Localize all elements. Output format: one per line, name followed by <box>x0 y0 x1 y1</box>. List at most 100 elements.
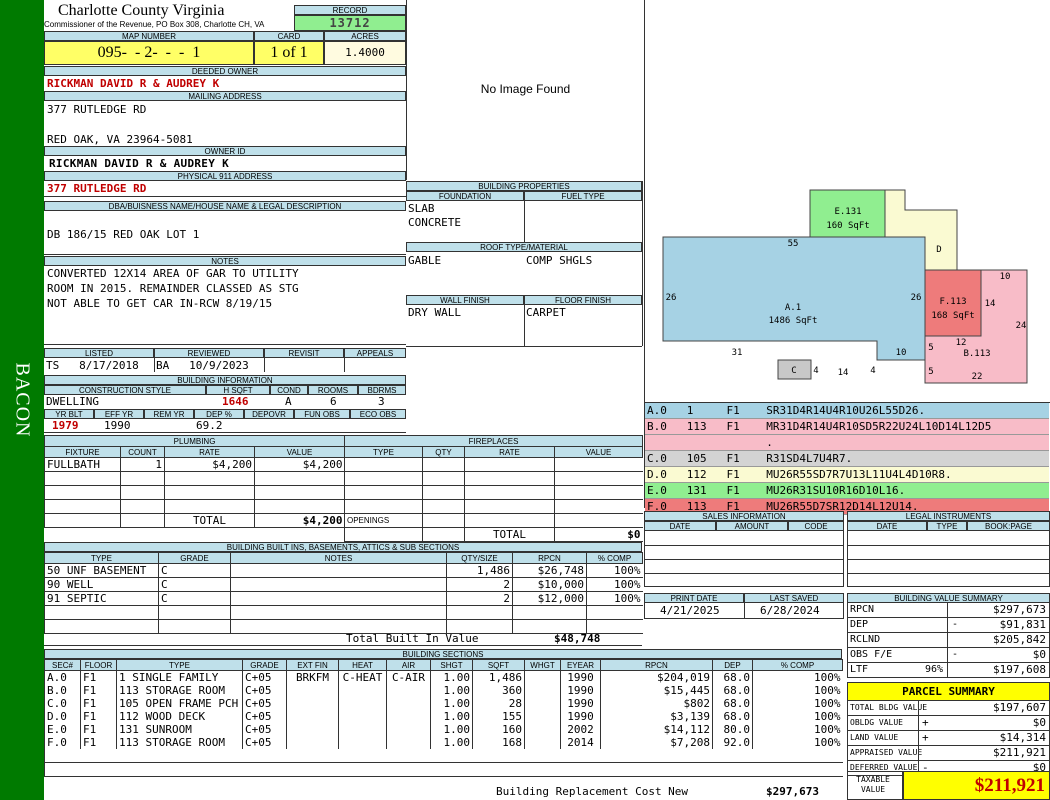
column-header: GRADE <box>242 659 287 671</box>
sketch-dimension: 4 <box>813 366 818 376</box>
parcel-row: TOTAL BLDG VALUE $197,607 <box>847 701 1050 716</box>
table-cell <box>386 684 431 697</box>
table-cell: 1,486 <box>446 563 513 578</box>
table-cell <box>561 763 601 777</box>
parcel-summary-label: PARCEL SUMMARY <box>902 685 995 698</box>
vector-row: E.0 131 F1 MU26R31SU10R16D10L16. <box>645 483 1049 499</box>
bvs-value: $197,608 <box>993 663 1046 676</box>
table-cell: C-HEAT <box>338 670 387 684</box>
foundation-header: FOUNDATION <box>406 191 524 201</box>
table-cell <box>431 749 473 763</box>
physical-address: 377 RUTLEDGE RD <box>47 182 147 195</box>
building-sketch: A.1 1486 SqFt E.131 160 SqFt F.113 168 S… <box>644 0 1050 402</box>
fuel-header: FUEL TYPE <box>524 191 642 201</box>
table-cell: 100% <box>752 697 843 710</box>
table-cell <box>422 499 465 514</box>
table-cell <box>286 697 339 710</box>
table-cell <box>120 471 165 486</box>
table-cell: 68.0 <box>712 684 753 697</box>
sketch-dimension: 31 <box>732 348 743 358</box>
parcel-sign: + <box>922 731 929 744</box>
table-cell <box>120 485 165 500</box>
table-cell <box>344 485 423 500</box>
table-cell <box>464 471 555 486</box>
bvs-key: DEP <box>850 619 869 630</box>
legal-column: BOOK:PAGE <box>967 521 1050 531</box>
bvs-row: RPCN $297,673 <box>847 603 1050 618</box>
table-cell <box>464 457 555 472</box>
column-header: VALUE <box>253 446 346 458</box>
table-cell: $14,112 <box>600 723 713 736</box>
last-saved-header: LAST SAVED <box>744 593 844 603</box>
sketch-dimension: 5 <box>928 343 933 353</box>
table-cell <box>253 499 345 514</box>
plumbing-total-label: TOTAL <box>164 513 255 528</box>
card-value: 1 of 1 <box>270 44 308 61</box>
table-cell: C+05 <box>242 684 287 697</box>
yrblt-header: YR BLT <box>44 409 94 419</box>
appeals-header: APPEALS <box>344 348 406 358</box>
table-cell <box>230 563 447 578</box>
notes-header: NOTES <box>44 256 406 266</box>
bvs-key: OBS F/E <box>850 649 893 660</box>
table-cell: F1 <box>80 723 117 736</box>
parcel-key: OBLDG VALUE <box>850 718 903 727</box>
table-cell <box>338 697 387 710</box>
table-cell: $15,445 <box>600 684 713 697</box>
sketch-label-c: C <box>791 366 796 376</box>
table-cell <box>387 749 431 763</box>
parcel-value: $211,921 <box>993 746 1046 759</box>
table-cell: 100% <box>752 723 843 736</box>
taxable-label-cell: TAXABLE VALUE <box>847 771 903 800</box>
bvs-key: LTF <box>850 664 869 675</box>
table-cell <box>286 723 339 736</box>
taxable-value: $211,921 <box>974 775 1045 796</box>
sketch-area-e: 160 SqFt <box>826 221 869 231</box>
style-header: CONSTRUCTION STYLE <box>44 385 206 395</box>
table-cell <box>713 763 753 777</box>
table-cell: 160 <box>472 723 525 736</box>
table-cell <box>230 605 447 620</box>
table-cell: 1990 <box>560 710 601 723</box>
table-cell <box>446 605 513 620</box>
parcel-value: $197,607 <box>993 701 1046 714</box>
sketch-area-a: 1486 SqFt <box>769 316 818 326</box>
table-row: F.0 F1 113 STORAGE ROOM C+05 1.00 168 2014 $7,2… <box>44 736 843 749</box>
table-cell: B.0 <box>44 684 81 697</box>
parcel-sign: + <box>922 716 929 729</box>
table-row: 90 WELL C 2 $10,000 100% <box>44 577 643 592</box>
table-cell: 80.0 <box>712 723 753 736</box>
column-header: EYEAR <box>560 659 601 671</box>
dba-header: DBA/BUISNESS NAME/HOUSE NAME & LEGAL DES… <box>44 201 406 211</box>
column-header: QTY/SIZE <box>446 552 513 564</box>
replacement-cost: $297,673 <box>766 785 819 798</box>
sketch-dimension: 10 <box>896 348 907 358</box>
table-cell <box>338 723 387 736</box>
table-cell <box>553 485 643 500</box>
table-cell <box>117 763 243 777</box>
table-cell <box>431 763 473 777</box>
sketch-dimension: 26 <box>911 293 922 303</box>
sketch-label-a: A.1 <box>785 303 801 313</box>
wall-header: WALL FINISH <box>406 295 524 305</box>
sketch-dimension: 14 <box>985 299 996 309</box>
bvs-rows: RPCN $297,673 DEP - $91,831 RCLND $205,842 OBS … <box>847 603 1050 678</box>
table-cell: F1 <box>80 736 117 749</box>
sketch-dimension: 12 <box>956 338 967 348</box>
foundation-line1: SLAB <box>408 202 435 215</box>
table-row <box>344 457 643 472</box>
column-header: EXT FIN <box>286 659 339 671</box>
roof-type: GABLE <box>408 254 442 267</box>
column-header: DEP <box>712 659 753 671</box>
bvs-row: LTF 96% $197,608 <box>847 663 1050 678</box>
table-cell <box>44 749 81 763</box>
table-cell: F1 <box>80 684 117 697</box>
bvs-sign: - <box>952 619 959 630</box>
sketch-dimension: 24 <box>1016 321 1027 331</box>
table-cell <box>344 457 423 472</box>
table-cell <box>553 499 643 514</box>
notes-line2: ROOM IN 2015. REMAINDER CLASSED AS STG <box>47 282 299 295</box>
table-cell: 68.0 <box>712 670 753 684</box>
column-header: FIXTURE <box>44 446 121 458</box>
table-cell: C+05 <box>242 710 287 723</box>
